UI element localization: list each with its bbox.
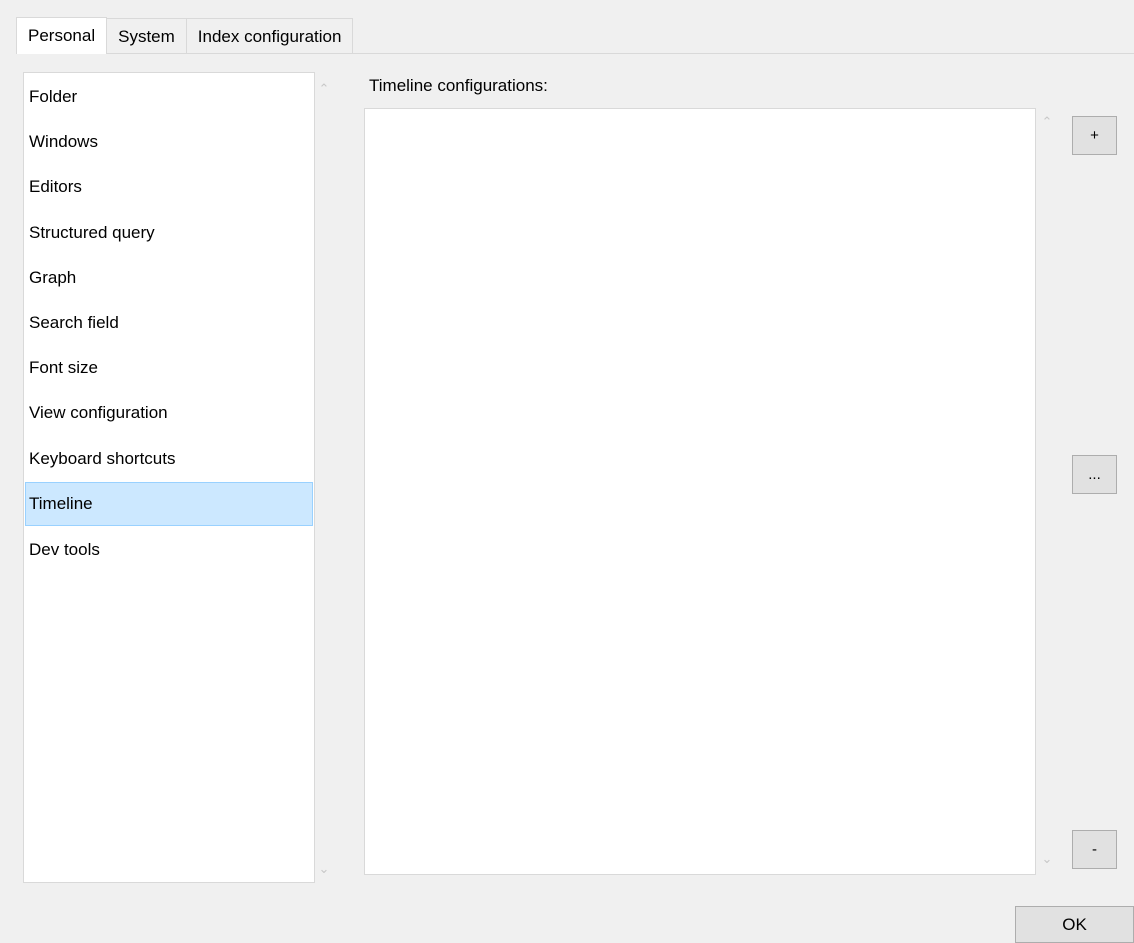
remove-configuration-button[interactable]: - — [1072, 830, 1117, 869]
add-configuration-button[interactable]: + — [1072, 116, 1117, 155]
category-item-timeline[interactable]: Timeline — [25, 482, 313, 526]
category-item-editors[interactable]: Editors — [25, 165, 313, 209]
tab-bar: Personal System Index configuration — [16, 17, 354, 54]
category-item-windows[interactable]: Windows — [25, 120, 313, 164]
category-item-dev-tools[interactable]: Dev tools — [25, 528, 313, 572]
chevron-down-icon[interactable]: ⌄ — [1038, 850, 1056, 868]
timeline-configurations-list[interactable] — [364, 108, 1036, 875]
edit-configuration-button[interactable]: ... — [1072, 455, 1117, 494]
chevron-up-icon[interactable]: ⌃ — [315, 80, 333, 98]
tab-system[interactable]: System — [106, 18, 187, 53]
category-item-graph[interactable]: Graph — [25, 256, 313, 300]
category-item-folder[interactable]: Folder — [25, 75, 313, 119]
chevron-down-icon[interactable]: ⌄ — [315, 860, 333, 878]
ok-button[interactable]: OK — [1015, 906, 1134, 943]
chevron-up-icon[interactable]: ⌃ — [1038, 113, 1056, 131]
tab-index-configuration[interactable]: Index configuration — [185, 18, 354, 53]
category-item-view-configuration[interactable]: View configuration — [25, 391, 313, 435]
category-item-search-field[interactable]: Search field — [25, 301, 313, 345]
category-list[interactable]: Folder Windows Editors Structured query … — [23, 72, 315, 883]
category-item-font-size[interactable]: Font size — [25, 346, 313, 390]
tab-personal[interactable]: Personal — [16, 17, 108, 54]
timeline-configurations-label: Timeline configurations: — [369, 76, 548, 95]
category-item-structured-query[interactable]: Structured query — [25, 211, 313, 255]
tab-divider — [16, 53, 1134, 54]
category-item-keyboard-shortcuts[interactable]: Keyboard shortcuts — [25, 437, 313, 481]
